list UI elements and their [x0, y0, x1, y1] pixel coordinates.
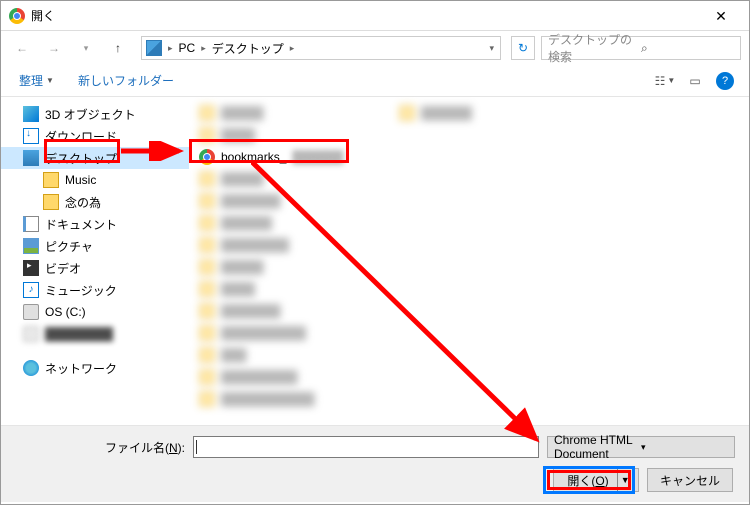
sidebar-item-network[interactable]: ネットワーク: [1, 357, 189, 379]
document-icon: [23, 216, 39, 232]
pictures-icon: [23, 238, 39, 254]
file-row-blurred[interactable]: ███████: [199, 191, 739, 211]
bottom-panel: ファイル名(N): Chrome HTML Document ▾ 開く(O) ▼…: [1, 425, 749, 502]
refresh-button[interactable]: ↻: [511, 36, 535, 60]
file-row-blurred[interactable]: ███: [199, 345, 739, 365]
sidebar: 3D オブジェクト ダウンロード デスクトップ Music 念の為 ドキュメント…: [1, 97, 189, 425]
folder-icon: [199, 127, 215, 143]
search-input[interactable]: デスクトップの検索 ⌕: [541, 36, 741, 60]
3d-icon: [23, 106, 39, 122]
main-area: 3D オブジェクト ダウンロード デスクトップ Music 念の為 ドキュメント…: [1, 97, 749, 425]
search-placeholder: デスクトップの検索: [548, 31, 641, 65]
file-row-blurred[interactable]: ███████████: [199, 389, 739, 409]
history-dropdown[interactable]: ▾: [73, 35, 99, 61]
folder-icon: [199, 391, 215, 407]
sidebar-item-desktop[interactable]: デスクトップ: [1, 147, 189, 169]
chrome-icon: [9, 8, 25, 24]
breadcrumb-seg-desktop[interactable]: デスクトップ: [208, 40, 288, 57]
breadcrumb[interactable]: ▸ PC ▸ デスクトップ ▸ ▾: [141, 36, 501, 60]
toolbar: 整理▼ 新しいフォルダー ☷ ▼ ▭ ?: [1, 65, 749, 97]
music-icon: ♪: [23, 282, 39, 298]
sidebar-item-downloads[interactable]: ダウンロード: [1, 125, 189, 147]
folder-icon: [199, 281, 215, 297]
breadcrumb-seg-pc[interactable]: PC: [175, 41, 200, 55]
video-icon: [23, 260, 39, 276]
organize-button[interactable]: 整理▼: [13, 68, 60, 93]
folder-icon: [199, 237, 215, 253]
folder-icon: [199, 303, 215, 319]
chevron-down-icon: ▼: [46, 76, 54, 85]
open-dropdown-button[interactable]: ▼: [617, 469, 633, 491]
new-folder-button[interactable]: 新しいフォルダー: [72, 68, 180, 93]
folder-icon: [199, 369, 215, 385]
folder-icon: [199, 215, 215, 231]
sidebar-item-music-folder[interactable]: Music: [1, 169, 189, 191]
filename-label: ファイル名(N):: [15, 439, 185, 456]
file-list[interactable]: █████ ████ bookmarks_██████ █████ ██████…: [189, 97, 749, 425]
file-row-blurred[interactable]: ██████████: [199, 323, 739, 343]
folder-icon: [43, 172, 59, 188]
search-icon: ⌕: [641, 41, 734, 56]
file-row-blurred[interactable]: ██████: [199, 213, 739, 233]
window-title: 開く: [31, 7, 701, 24]
folder-icon: [199, 105, 215, 121]
folder-icon: [199, 347, 215, 363]
close-button[interactable]: ✕: [701, 2, 741, 30]
disk-icon: [23, 326, 39, 342]
folder-icon: [43, 194, 59, 210]
chevron-down-icon: ▾: [641, 442, 728, 453]
disk-icon: [23, 304, 39, 320]
sidebar-item-documents[interactable]: ドキュメント: [1, 213, 189, 235]
sidebar-item-music[interactable]: ♪ミュージック: [1, 279, 189, 301]
title-bar: 開く ✕: [1, 1, 749, 31]
folder-icon: [199, 325, 215, 341]
sidebar-item-pictures[interactable]: ピクチャ: [1, 235, 189, 257]
filename-input[interactable]: [193, 436, 539, 458]
folder-icon: [399, 105, 415, 121]
back-button[interactable]: ←: [9, 35, 35, 61]
network-icon: [23, 360, 39, 376]
sidebar-item-3dobjects[interactable]: 3D オブジェクト: [1, 103, 189, 125]
file-row-blurred[interactable]: ████: [199, 125, 739, 145]
file-column-2: ██████: [399, 103, 472, 125]
chevron-right-icon[interactable]: ▸: [166, 43, 175, 54]
preview-pane-button[interactable]: ▭: [683, 69, 707, 93]
file-row-blurred[interactable]: █████: [199, 257, 739, 277]
forward-button: →: [41, 35, 67, 61]
folder-icon: [199, 259, 215, 275]
nav-bar: ← → ▾ ↑ ▸ PC ▸ デスクトップ ▸ ▾ ↻ デスクトップの検索 ⌕: [1, 31, 749, 65]
help-button[interactable]: ?: [713, 69, 737, 93]
view-options-button[interactable]: ☷ ▼: [653, 69, 677, 93]
cancel-button[interactable]: キャンセル: [647, 468, 733, 492]
file-type-filter[interactable]: Chrome HTML Document ▾: [547, 436, 735, 458]
chrome-icon: [199, 149, 215, 165]
sidebar-item-blurred[interactable]: ████████: [1, 323, 189, 345]
up-button[interactable]: ↑: [105, 35, 131, 61]
desktop-icon: [23, 150, 39, 166]
file-row-blurred[interactable]: █████: [199, 169, 739, 189]
file-row-blurred[interactable]: ████: [199, 279, 739, 299]
chevron-down-icon[interactable]: ▾: [487, 43, 496, 54]
file-row-blurred[interactable]: ████████: [199, 235, 739, 255]
sidebar-item-folder[interactable]: 念の為: [1, 191, 189, 213]
folder-icon: [199, 193, 215, 209]
folder-icon: [199, 171, 215, 187]
file-row-blurred[interactable]: ███████: [199, 301, 739, 321]
file-row-blurred[interactable]: █████████: [199, 367, 739, 387]
download-icon: [23, 128, 39, 144]
chevron-right-icon[interactable]: ▸: [199, 43, 208, 54]
file-row-blurred[interactable]: ██████: [399, 103, 472, 123]
desktop-icon: [146, 40, 162, 56]
help-icon: ?: [716, 72, 734, 90]
chevron-right-icon[interactable]: ▸: [288, 43, 297, 54]
file-row-bookmarks[interactable]: bookmarks_██████: [199, 147, 739, 167]
open-button[interactable]: 開く(O) ▼: [553, 468, 639, 492]
sidebar-item-videos[interactable]: ビデオ: [1, 257, 189, 279]
sidebar-item-osdrive[interactable]: OS (C:): [1, 301, 189, 323]
